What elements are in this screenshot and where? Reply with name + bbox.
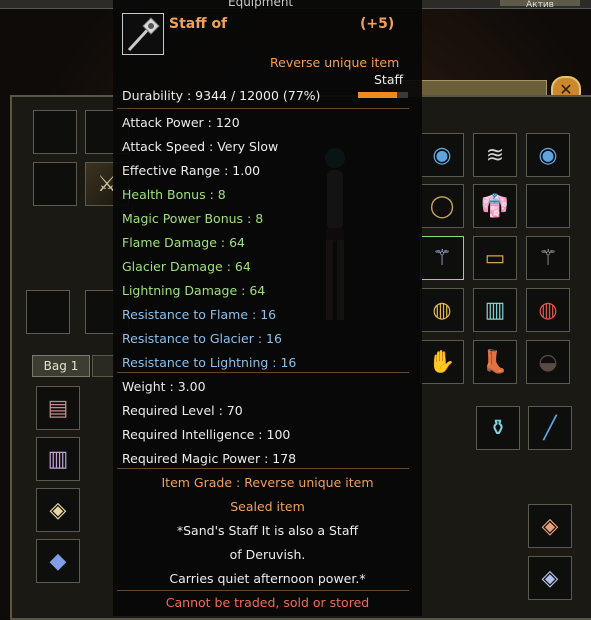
potion-icon: ⚱: [488, 415, 508, 441]
equip-slot-weapon[interactable]: ⚚: [420, 236, 464, 280]
event-coupon-icon: ▤: [47, 395, 69, 421]
earring-icon: ◉: [538, 142, 558, 168]
equip-slot-offhand[interactable]: ⚚: [526, 236, 570, 280]
window-title: Equipment: [228, 0, 294, 9]
belt-icon: ▭: [484, 245, 506, 271]
inventory-slot[interactable]: ▤: [36, 386, 80, 430]
inventory-slot[interactable]: ◈: [36, 488, 80, 532]
inventory-slot[interactable]: ⚱: [476, 406, 520, 450]
staff-icon: ⚚: [432, 245, 452, 271]
durability-bar-fill: [358, 92, 397, 98]
ring-icon: ◍: [432, 297, 452, 323]
necklace-icon: ◯: [429, 193, 455, 219]
sealed-label: Sealed item: [230, 499, 305, 514]
divider: [117, 468, 409, 469]
item-grade: Item Grade : Reverse unique item: [161, 475, 374, 490]
bracelet-icon: ≋: [485, 142, 505, 168]
equip-slot-necklace[interactable]: ◯: [420, 184, 464, 228]
staff-icon: [127, 17, 160, 52]
stat-line: Attack Power : 120: [122, 115, 240, 130]
equip-slot[interactable]: [33, 110, 77, 154]
inventory-slot[interactable]: ◆: [36, 539, 80, 583]
equip-slot-armor[interactable]: 👘: [473, 184, 517, 228]
equip-slot-bracelet[interactable]: ≋: [473, 133, 517, 177]
equip-slot-earring-2[interactable]: ◉: [526, 133, 570, 177]
item-durability: Durability : 9344 / 12000 (77%): [122, 88, 321, 103]
equip-slot[interactable]: [26, 290, 70, 334]
equip-slot[interactable]: [33, 162, 77, 206]
divider: [117, 372, 409, 373]
cloak-icon: ◒: [538, 349, 558, 375]
item-description-line-3: Carries quiet afternoon power.*: [169, 571, 366, 586]
earring-icon: ◉: [432, 142, 452, 168]
divider: [117, 108, 409, 109]
stat-line: Attack Speed : Very Slow: [122, 139, 279, 154]
inventory-slot[interactable]: ◈: [528, 504, 572, 548]
scroll-icon: ◈: [49, 497, 67, 523]
robe-icon: 👘: [481, 193, 509, 219]
staff-icon: ⚚: [538, 245, 558, 271]
equip-slot-boots[interactable]: 👢: [473, 340, 517, 384]
item-type: Staff: [374, 72, 404, 87]
boots-icon: 👢: [481, 349, 509, 375]
stat-line: Health Bonus : 8: [122, 187, 226, 202]
requirement-line: Weight : 3.00: [122, 379, 206, 394]
requirement-line: Required Level : 70: [122, 403, 243, 418]
item-rarity: Reverse unique item: [270, 55, 400, 70]
scroll-icon: ▥: [47, 446, 69, 472]
equip-slot-ring[interactable]: ◍: [420, 288, 464, 332]
stat-line: Resistance to Glacier : 16: [122, 331, 282, 346]
equip-slot-empty[interactable]: [526, 184, 570, 228]
equip-slot-legs[interactable]: ▥: [473, 288, 517, 332]
stat-line: Glacier Damage : 64: [122, 259, 251, 274]
scroll-icon: ◈: [541, 513, 559, 539]
wand-icon: ╱: [543, 415, 557, 441]
item-description-line-1: *Sand's Staff It is also a Staff: [176, 523, 359, 538]
equip-slot-gloves[interactable]: ✋: [420, 340, 464, 384]
top-right-button[interactable]: Актив: [500, 0, 580, 10]
gloves-icon: ✋: [428, 349, 456, 375]
equip-slot-belt[interactable]: ▭: [473, 236, 517, 280]
crystal-icon: ◆: [49, 548, 67, 574]
stat-line: Flame Damage : 64: [122, 235, 245, 250]
inventory-slot[interactable]: ◈: [528, 556, 572, 600]
stat-line: Magic Power Bonus : 8: [122, 211, 264, 226]
tab-bag-1[interactable]: Bag 1: [32, 355, 90, 377]
ring-icon: ◍: [538, 297, 558, 323]
trade-restriction: Cannot be traded, sold or stored: [165, 595, 370, 610]
item-name: Staff of: [169, 16, 228, 32]
item-description-line-2: of Deruvish.: [229, 547, 306, 562]
scroll-icon: ◈: [541, 565, 559, 591]
stat-line: Effective Range : 1.00: [122, 163, 261, 178]
equip-slot-ring-2[interactable]: ◍: [526, 288, 570, 332]
item-icon: [122, 13, 164, 55]
pants-icon: ▥: [484, 297, 506, 323]
stat-line: Resistance to Flame : 16: [122, 307, 277, 322]
inventory-slot[interactable]: ▥: [36, 437, 80, 481]
stat-line: Resistance to Lightning : 16: [122, 355, 297, 370]
equip-slot-cloak[interactable]: ◒: [526, 340, 570, 384]
item-enhance: (+5): [360, 16, 395, 32]
stat-line: Lightning Damage : 64: [122, 283, 266, 298]
requirement-line: Required Intelligence : 100: [122, 427, 291, 442]
requirement-line: Required Magic Power : 178: [122, 451, 297, 466]
tab-bag-2[interactable]: [92, 355, 114, 377]
equip-slot-earring[interactable]: ◉: [420, 133, 464, 177]
durability-bar: [358, 92, 408, 98]
inventory-slot[interactable]: ╱: [528, 406, 572, 450]
divider: [117, 590, 409, 591]
